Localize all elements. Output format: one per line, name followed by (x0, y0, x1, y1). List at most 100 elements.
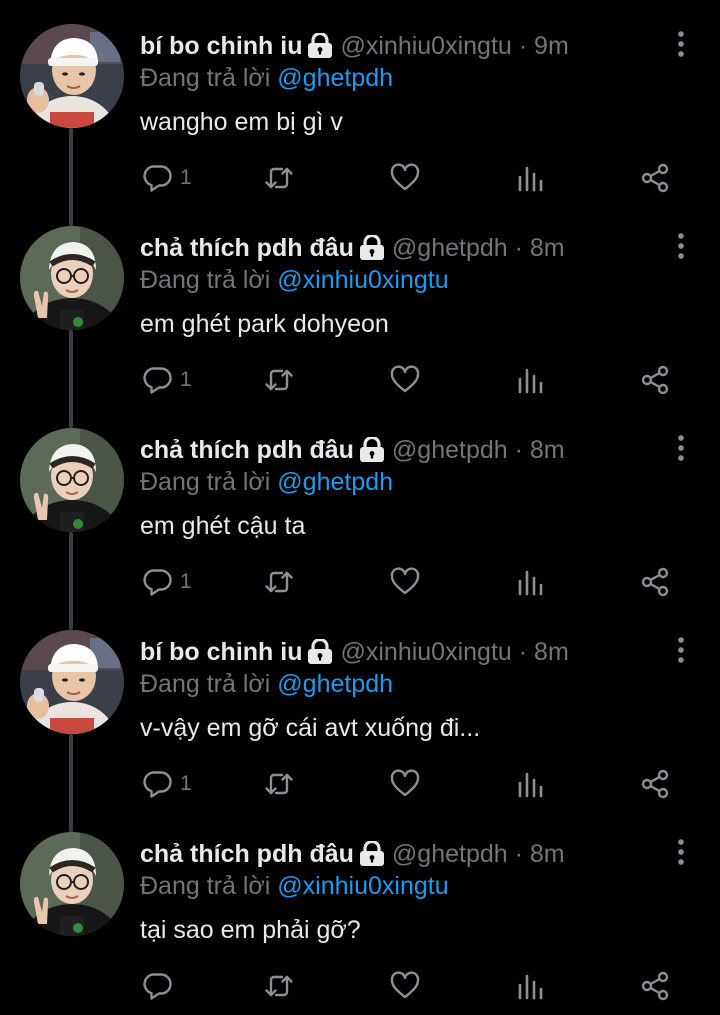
retweet-button[interactable] (263, 360, 295, 400)
stats-button[interactable] (515, 360, 547, 400)
stats-button[interactable] (515, 562, 547, 602)
retweet-button[interactable] (263, 158, 295, 198)
reply-icon (142, 162, 174, 194)
tweet[interactable]: bí bo chinh iu @xinhiu0xingtu · 8m Đang t… (0, 606, 720, 832)
tweet[interactable]: chả thích pdh đâu @ghetpdh · 8m Đang trả … (0, 202, 720, 428)
display-name[interactable]: chả thích pdh đâu (140, 234, 354, 262)
tweet[interactable]: chả thích pdh đâu @ghetpdh · 8m Đang trả … (0, 808, 720, 1010)
reply-icon (142, 364, 174, 396)
tweet-thread: bí bo chinh iu @xinhiu0xingtu · 9m Đang t… (0, 0, 720, 1015)
replying-to-handle-link[interactable]: @xinhiu0xingtu (277, 872, 448, 900)
replying-to-label: Đang trả lời (140, 670, 271, 698)
tweet-header: chả thích pdh đâu @ghetpdh · 8m (140, 232, 660, 264)
avatar-boy-glasses[interactable] (20, 832, 124, 936)
avatar-boy-glasses[interactable] (20, 428, 124, 532)
reply-count: 1 (180, 772, 192, 795)
user-handle[interactable]: @xinhiu0xingtu (340, 638, 511, 666)
tweet-text: v-vậy em gỡ cái avt xuống đi... (140, 714, 481, 742)
lock-icon (306, 33, 334, 58)
replying-to-line: Đang trả lời @ghetpdh (140, 668, 393, 700)
replying-to-handle-link[interactable]: @ghetpdh (277, 468, 393, 496)
replying-to-label: Đang trả lời (140, 468, 271, 496)
replying-to-label: Đang trả lời (140, 64, 271, 92)
heart-icon (389, 970, 421, 1002)
timestamp[interactable]: 8m (534, 638, 569, 666)
reply-icon (142, 768, 174, 800)
more-vertical-icon[interactable] (674, 434, 688, 462)
reply-icon (142, 566, 174, 598)
separator-dot: · (514, 840, 523, 868)
retweet-icon (263, 768, 295, 800)
tweet-text: em ghét park dohyeon (140, 310, 389, 338)
retweet-button[interactable] (263, 764, 295, 804)
heart-icon (389, 162, 421, 194)
share-button[interactable] (639, 764, 671, 804)
display-name[interactable]: bí bo chinh iu (140, 32, 302, 60)
stats-button[interactable] (515, 158, 547, 198)
tweet-actions: 1 (0, 764, 720, 804)
share-button[interactable] (639, 562, 671, 602)
reply-button[interactable]: 1 (142, 562, 192, 602)
replying-to-handle-link[interactable]: @xinhiu0xingtu (277, 266, 448, 294)
timestamp[interactable]: 8m (530, 840, 565, 868)
avatar-boy-glasses[interactable] (20, 226, 124, 330)
timestamp[interactable]: 8m (530, 436, 565, 464)
display-name[interactable]: chả thích pdh đâu (140, 840, 354, 868)
like-button[interactable] (389, 966, 421, 1006)
more-vertical-icon[interactable] (674, 232, 688, 260)
timestamp[interactable]: 9m (534, 32, 569, 60)
heart-icon (389, 364, 421, 396)
reply-button[interactable] (142, 966, 180, 1006)
replying-to-label: Đang trả lời (140, 266, 271, 294)
user-handle[interactable]: @ghetpdh (392, 840, 508, 868)
reply-count: 1 (180, 368, 192, 391)
share-button[interactable] (639, 360, 671, 400)
reply-button[interactable]: 1 (142, 360, 192, 400)
stats-icon (515, 768, 547, 800)
retweet-icon (263, 970, 295, 1002)
like-button[interactable] (389, 158, 421, 198)
user-handle[interactable]: @ghetpdh (392, 436, 508, 464)
share-button[interactable] (639, 158, 671, 198)
like-button[interactable] (389, 562, 421, 602)
share-button[interactable] (639, 966, 671, 1006)
replying-to-handle-link[interactable]: @ghetpdh (277, 64, 393, 92)
user-handle[interactable]: @xinhiu0xingtu (340, 32, 511, 60)
more-vertical-icon[interactable] (674, 30, 688, 58)
replying-to-label: Đang trả lời (140, 872, 271, 900)
tweet-text: wangho em bị gì v (140, 108, 343, 136)
retweet-icon (263, 364, 295, 396)
tweet-text: tại sao em phải gỡ? (140, 916, 361, 944)
retweet-icon (263, 566, 295, 598)
like-button[interactable] (389, 764, 421, 804)
share-icon (639, 970, 671, 1002)
stats-icon (515, 162, 547, 194)
reply-count: 1 (180, 166, 192, 189)
retweet-button[interactable] (263, 966, 295, 1006)
tweet[interactable]: chả thích pdh đâu @ghetpdh · 8m Đang trả … (0, 404, 720, 630)
lock-icon (306, 639, 334, 664)
tweet-actions (0, 966, 720, 1006)
stats-button[interactable] (515, 764, 547, 804)
more-vertical-icon[interactable] (674, 636, 688, 664)
tweet-text: em ghét cậu ta (140, 512, 306, 540)
reply-button[interactable]: 1 (142, 158, 192, 198)
reply-button[interactable]: 1 (142, 764, 192, 804)
display-name[interactable]: bí bo chinh iu (140, 638, 302, 666)
display-name[interactable]: chả thích pdh đâu (140, 436, 354, 464)
replying-to-line: Đang trả lời @xinhiu0xingtu (140, 870, 449, 902)
user-handle[interactable]: @ghetpdh (392, 234, 508, 262)
tweet[interactable]: bí bo chinh iu @xinhiu0xingtu · 9m Đang t… (0, 0, 720, 226)
retweet-button[interactable] (263, 562, 295, 602)
stats-button[interactable] (515, 966, 547, 1006)
avatar-boy-beanie[interactable] (20, 630, 124, 734)
separator-dot: · (518, 638, 528, 666)
replying-to-handle-link[interactable]: @ghetpdh (277, 670, 393, 698)
separator-dot: · (514, 234, 523, 262)
like-button[interactable] (389, 360, 421, 400)
avatar-boy-beanie[interactable] (20, 24, 124, 128)
stats-icon (515, 566, 547, 598)
more-vertical-icon[interactable] (674, 838, 688, 866)
tweet-header: bí bo chinh iu @xinhiu0xingtu · 8m (140, 636, 660, 668)
timestamp[interactable]: 8m (530, 234, 565, 262)
